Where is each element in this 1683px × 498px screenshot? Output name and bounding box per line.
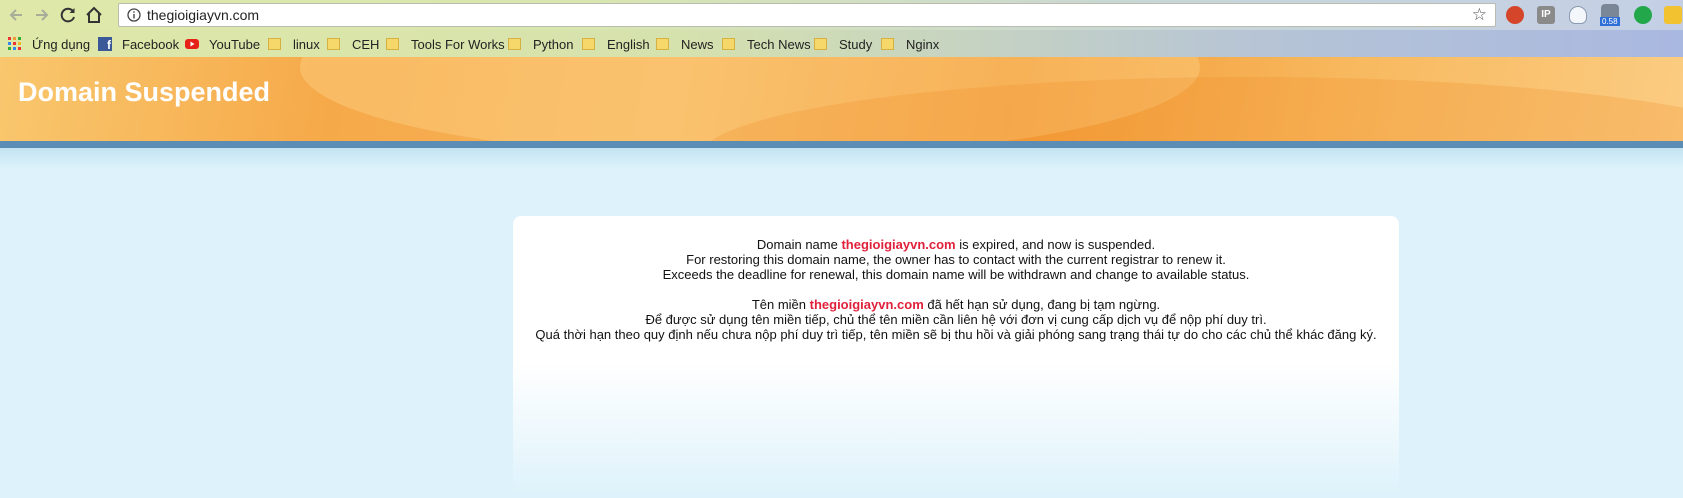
bookmark-folder-study[interactable]: Study: [814, 35, 872, 53]
folder-icon: [508, 38, 521, 50]
vi-line-1-suffix: đã hết hạn sử dụng, đang bị tạm ngừng.: [923, 297, 1161, 312]
bookmark-label: CEH: [352, 36, 380, 52]
header-divider: [0, 141, 1683, 148]
youtube-icon: [185, 39, 199, 49]
bookmark-youtube[interactable]: YouTube: [185, 35, 260, 53]
message-card: Domain name thegioigiayvn.com is expired…: [513, 216, 1399, 498]
bookmark-label: News: [681, 36, 714, 52]
folder-icon: [268, 38, 281, 50]
url-text[interactable]: thegioigiayvn.com: [147, 7, 259, 23]
page-title: Domain Suspended: [18, 77, 271, 107]
bookmark-folder-tech-news[interactable]: Tech News: [722, 35, 811, 53]
folder-icon: [881, 38, 894, 50]
bookmark-star-icon[interactable]: ☆: [1472, 6, 1487, 24]
vi-line-1-prefix: Tên miền: [751, 297, 810, 312]
folder-icon: [814, 38, 827, 50]
bookmark-folder-english[interactable]: English: [582, 35, 650, 53]
apps-grid-icon: [8, 37, 21, 50]
bookmark-label: Tech News: [747, 36, 811, 52]
bookmark-label: YouTube: [209, 36, 261, 52]
bookmark-label: linux: [293, 36, 320, 52]
extension-more-icon[interactable]: [1664, 6, 1682, 24]
extension-speed-icon[interactable]: 0.58: [1600, 4, 1620, 26]
extension-grammarly-icon[interactable]: [1634, 6, 1652, 24]
folder-icon: [386, 38, 399, 50]
extension-ip-icon[interactable]: IP: [1537, 6, 1555, 24]
extension-cloud-icon[interactable]: [1569, 6, 1587, 24]
bookmark-label: English: [607, 36, 650, 52]
address-bar[interactable]: thegioigiayvn.com ☆: [118, 3, 1496, 27]
en-line-1-suffix: is expired, and now is suspended.: [955, 237, 1156, 252]
en-line-1-prefix: Domain name: [756, 237, 842, 252]
en-line-1: Domain name thegioigiayvn.com is expired…: [513, 237, 1399, 252]
vi-line-2: Để được sử dụng tên miền tiếp, chủ thể t…: [645, 312, 1267, 327]
reload-icon: [60, 7, 75, 23]
vi-line-1: Tên miền thegioigiayvn.com đã hết hạn sử…: [513, 297, 1399, 312]
bookmark-folder-linux[interactable]: linux: [268, 35, 320, 53]
folder-icon: [582, 38, 595, 50]
vi-line-3: Quá thời hạn theo quy định nếu chưa nộp …: [535, 327, 1377, 342]
bookmark-folder-nginx[interactable]: Nginx: [881, 35, 939, 53]
bookmark-label: Python: [533, 36, 574, 52]
reload-button[interactable]: [57, 4, 79, 26]
home-icon: [86, 6, 102, 23]
arrow-left-icon: [9, 9, 22, 21]
en-line-3: Exceeds the deadline for renewal, this d…: [662, 267, 1250, 282]
speed-badge: 0.58: [1600, 17, 1620, 26]
domain-name-link[interactable]: thegioigiayvn.com: [841, 237, 955, 252]
facebook-icon: f: [98, 37, 112, 52]
bookmark-label: Tools For Works: [411, 36, 505, 52]
bookmark-label: Ứng dụng: [32, 36, 91, 52]
home-button[interactable]: [83, 4, 105, 26]
bookmark-label: Study: [839, 36, 873, 52]
bookmark-folder-tools-for-works[interactable]: Tools For Works: [386, 35, 505, 53]
folder-icon: [656, 38, 669, 50]
bookmark-label: Nginx: [906, 36, 940, 52]
bookmark-folder-python[interactable]: Python: [508, 35, 573, 53]
body-shadow: [0, 148, 1683, 168]
folder-icon: [722, 38, 735, 50]
back-button[interactable]: [5, 4, 27, 26]
en-line-2: For restoring this domain name, the owne…: [686, 252, 1226, 267]
info-icon[interactable]: [127, 8, 141, 22]
browser-toolbar: thegioigiayvn.com ☆ IP 0.58: [0, 0, 1683, 30]
bookmark-apps[interactable]: Ứng dụng: [8, 35, 90, 53]
extension-fox-icon[interactable]: [1506, 6, 1524, 24]
folder-icon: [327, 38, 340, 50]
bookmark-label: Facebook: [122, 36, 180, 52]
bookmark-folder-ceh[interactable]: CEH: [327, 35, 379, 53]
domain-name-link[interactable]: thegioigiayvn.com: [810, 297, 924, 312]
forward-button[interactable]: [31, 4, 53, 26]
bookmarks-bar: Ứng dụng f Facebook YouTube linux CEH To…: [0, 30, 1683, 57]
page-header-banner: Domain Suspended: [0, 57, 1683, 141]
bookmark-folder-news[interactable]: News: [656, 35, 714, 53]
bookmark-facebook[interactable]: f Facebook: [98, 35, 179, 53]
arrow-right-icon: [36, 9, 49, 21]
